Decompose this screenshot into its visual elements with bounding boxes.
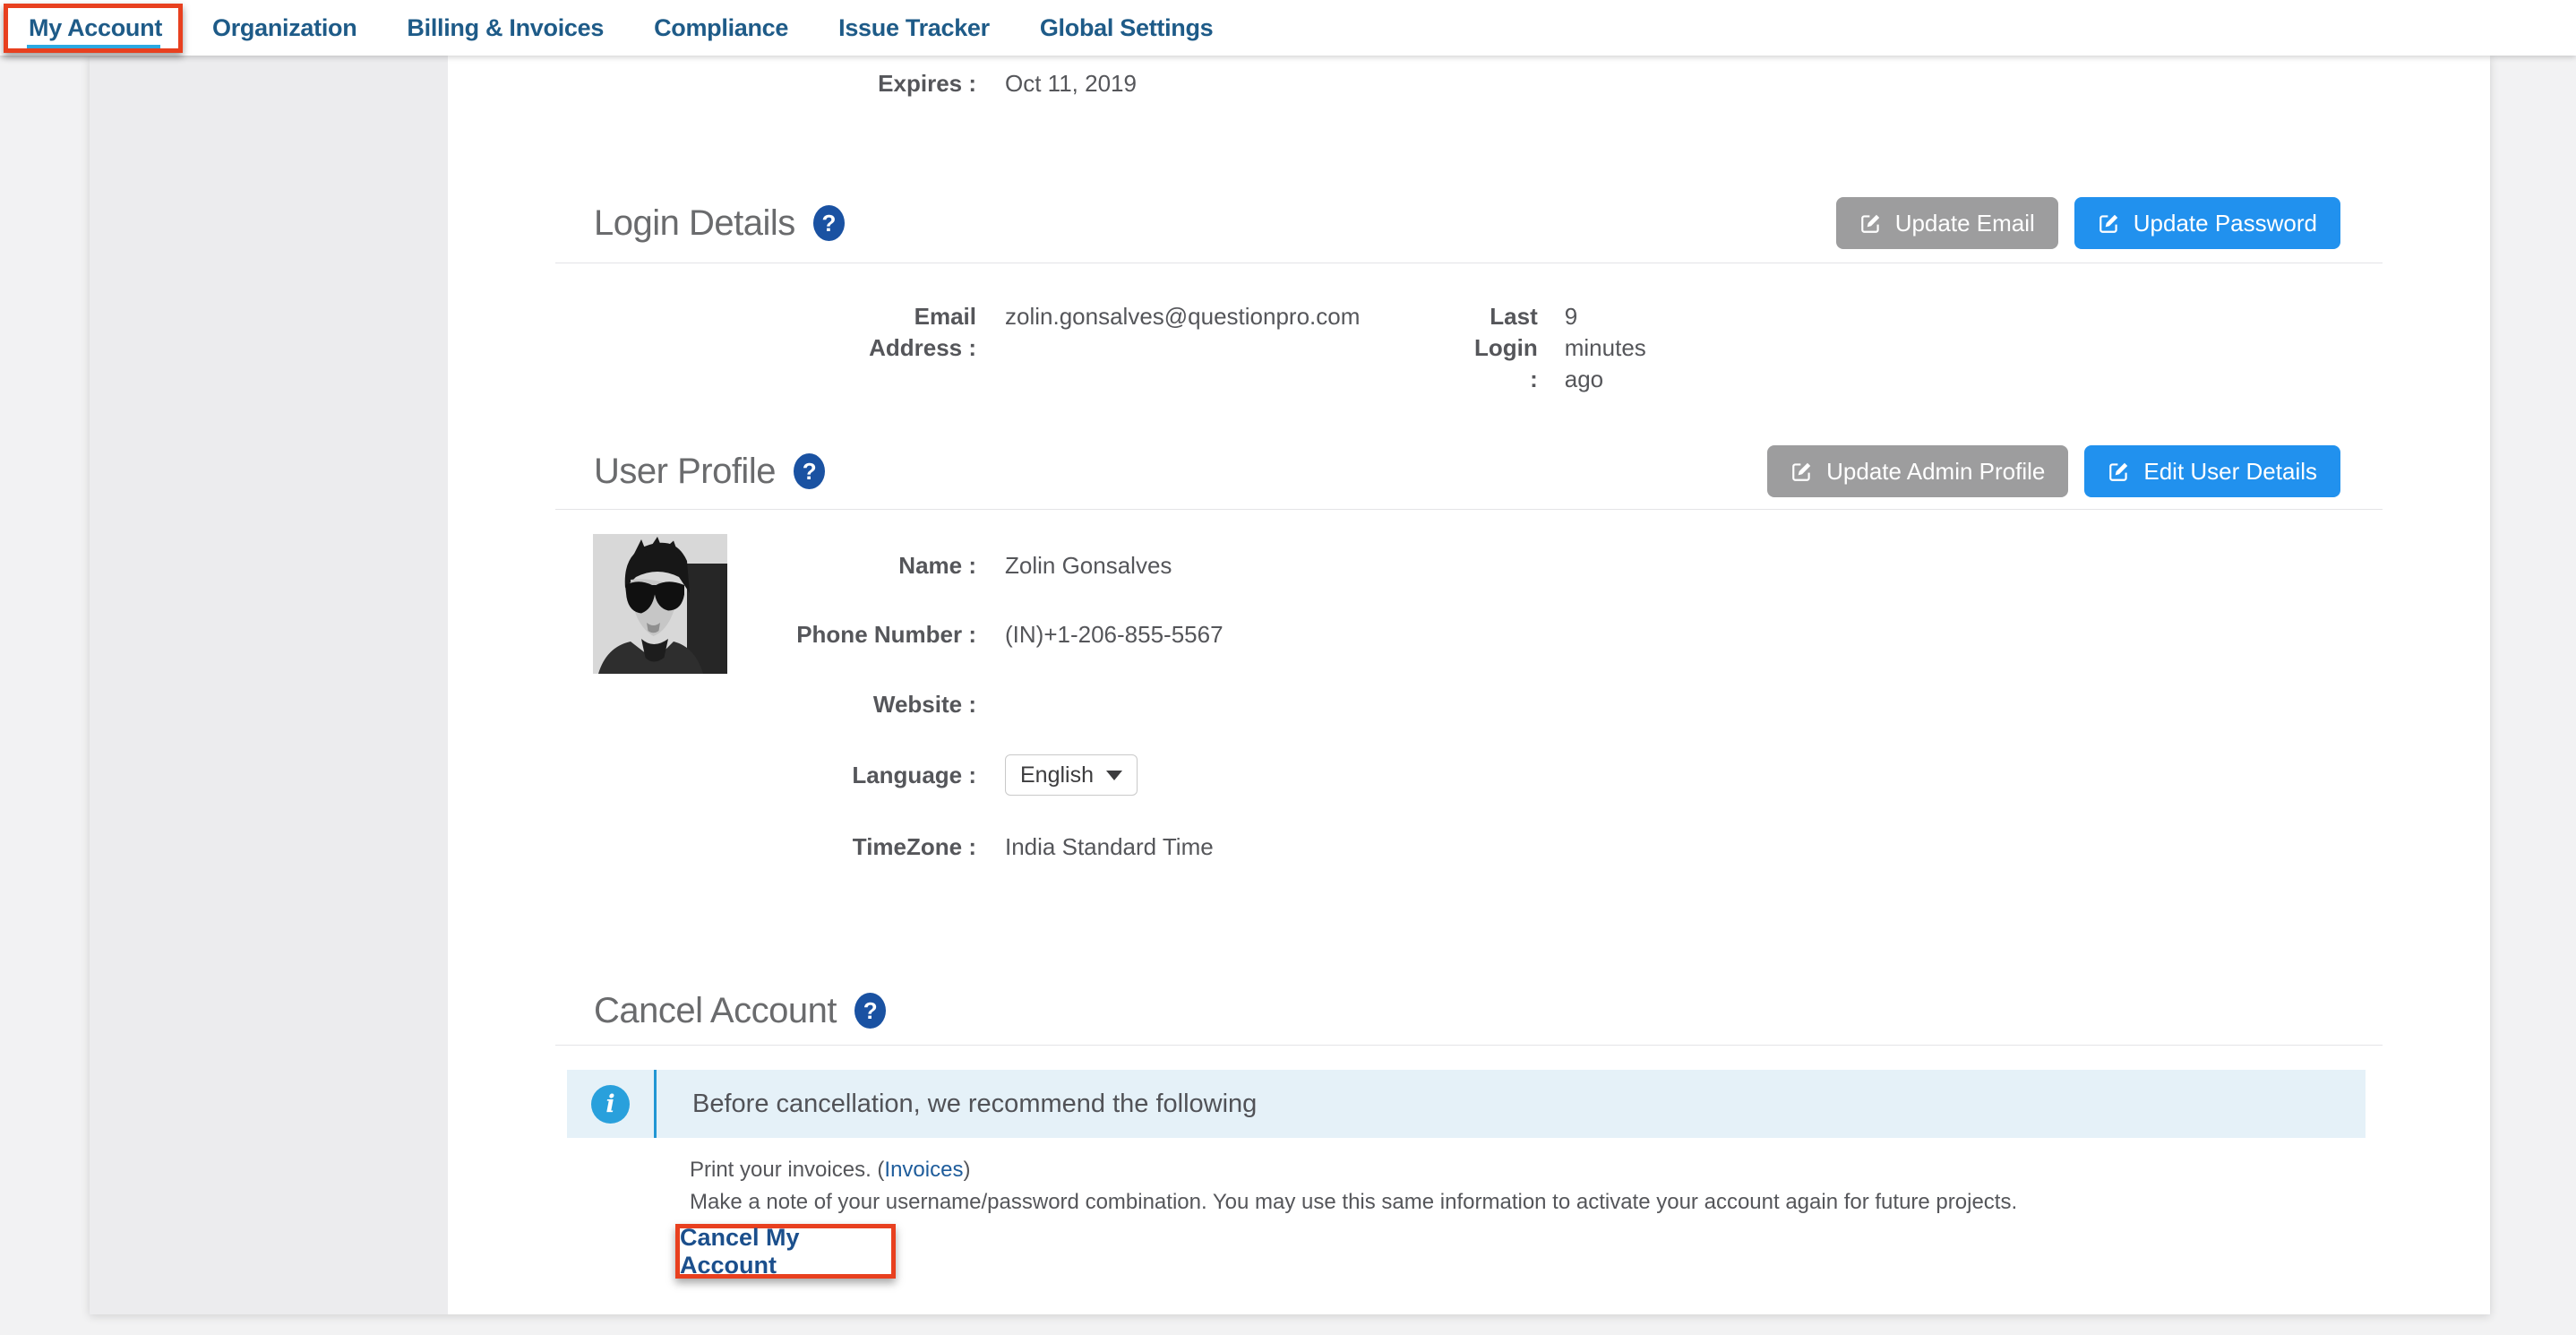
email-value: zolin.gonsalves@questionpro.com: [1005, 301, 1360, 332]
expires-row: Expires : Oct 11, 2019: [448, 68, 1137, 99]
login-details-header: Login Details ? Update Email Update: [448, 195, 2340, 251]
name-label: Name :: [448, 550, 976, 581]
invoices-link[interactable]: Invoices: [884, 1158, 963, 1182]
section-divider: [555, 1045, 2383, 1046]
print-invoices-text: Print your invoices. (: [690, 1158, 884, 1182]
info-box-divider: [654, 1070, 657, 1138]
language-label: Language :: [448, 760, 976, 791]
language-select[interactable]: English: [1005, 754, 1138, 796]
edit-icon: [1859, 211, 1883, 235]
help-icon[interactable]: ?: [813, 205, 845, 241]
info-box-heading: Before cancellation, we recommend the fo…: [692, 1090, 1257, 1119]
tab-my-account-label: My Account: [29, 14, 162, 41]
update-password-label: Update Password: [2134, 210, 2317, 237]
name-value: Zolin Gonsalves: [1005, 550, 1172, 581]
user-profile-actions: Update Admin Profile Edit User Details: [1767, 445, 2340, 497]
update-admin-profile-button[interactable]: Update Admin Profile: [1767, 445, 2068, 497]
update-email-button[interactable]: Update Email: [1836, 197, 2058, 249]
active-tab-underline: [27, 45, 160, 50]
cancel-account-title: Cancel Account ?: [594, 991, 886, 1031]
edit-icon: [2098, 211, 2121, 235]
name-row: Name : Zolin Gonsalves: [448, 550, 1172, 581]
update-admin-profile-label: Update Admin Profile: [1826, 458, 2045, 486]
user-profile-header: User Profile ? Update Admin Profile: [448, 444, 2340, 499]
section-divider: [555, 509, 2383, 510]
language-row: Language : English: [448, 754, 1138, 796]
edit-icon: [2108, 460, 2131, 483]
email-row: Email Address : zolin.gonsalves@question…: [448, 301, 1360, 364]
login-details-title-text: Login Details: [594, 203, 795, 244]
phone-label: Phone Number :: [448, 619, 976, 650]
account-content: Expires : Oct 11, 2019 Login Details ? U…: [448, 56, 2490, 1314]
tab-issue-tracker[interactable]: Issue Tracker: [837, 1, 992, 56]
email-label: Email Address :: [448, 301, 976, 364]
tab-my-account[interactable]: My Account: [27, 1, 164, 56]
last-login-value: 9 minutes ago: [1565, 301, 1663, 395]
edit-user-details-label: Edit User Details: [2143, 458, 2317, 486]
last-login-label: Last Login :: [1474, 301, 1538, 395]
username-password-note: Make a note of your username/password co…: [690, 1186, 2017, 1219]
website-row: Website :: [448, 689, 1005, 720]
last-login-pair: Last Login : 9 minutes ago: [1474, 301, 1663, 395]
main-card: Expires : Oct 11, 2019 Login Details ? U…: [90, 56, 2490, 1314]
info-icon: i: [591, 1085, 630, 1124]
edit-user-details-button[interactable]: Edit User Details: [2084, 445, 2340, 497]
annotation-box-cancel-account: Cancel My Account: [675, 1224, 896, 1279]
tab-compliance[interactable]: Compliance: [652, 1, 790, 56]
login-details-title: Login Details ?: [594, 203, 845, 244]
cancellation-notes: Print your invoices. (Invoices) Make a n…: [690, 1154, 2017, 1219]
edit-icon: [1790, 460, 1814, 483]
phone-value: (IN)+1-206-855-5567: [1005, 619, 1224, 650]
side-panel: [90, 56, 448, 1314]
timezone-label: TimeZone :: [448, 831, 976, 863]
login-details-actions: Update Email Update Password: [1836, 197, 2340, 249]
tab-organization[interactable]: Organization: [210, 1, 358, 56]
update-email-label: Update Email: [1895, 210, 2035, 237]
tab-billing-invoices[interactable]: Billing & Invoices: [405, 1, 605, 56]
language-selected-value: English: [1020, 760, 1094, 791]
website-label: Website :: [448, 689, 976, 720]
expires-value: Oct 11, 2019: [1005, 68, 1137, 99]
user-profile-title: User Profile ?: [594, 452, 825, 492]
chevron-down-icon: [1106, 771, 1122, 780]
cancel-my-account-link[interactable]: Cancel My Account: [680, 1224, 891, 1279]
print-invoices-text-suffix: ): [963, 1158, 970, 1182]
phone-row: Phone Number : (IN)+1-206-855-5567: [448, 619, 1224, 650]
cancellation-info-box: i Before cancellation, we recommend the …: [567, 1070, 2366, 1138]
top-nav: My Account Organization Billing & Invoic…: [0, 0, 2576, 56]
timezone-value: India Standard Time: [1005, 831, 1214, 863]
help-icon[interactable]: ?: [854, 993, 886, 1029]
timezone-row: TimeZone : India Standard Time: [448, 831, 1214, 863]
cancel-account-title-text: Cancel Account: [594, 991, 837, 1031]
help-icon[interactable]: ?: [794, 453, 825, 489]
expires-label: Expires :: [448, 68, 976, 99]
tab-global-settings[interactable]: Global Settings: [1038, 1, 1215, 56]
print-invoices-line: Print your invoices. (Invoices): [690, 1154, 2017, 1186]
update-password-button[interactable]: Update Password: [2074, 197, 2340, 249]
cancel-account-header: Cancel Account ?: [448, 983, 2340, 1038]
user-profile-title-text: User Profile: [594, 452, 776, 492]
